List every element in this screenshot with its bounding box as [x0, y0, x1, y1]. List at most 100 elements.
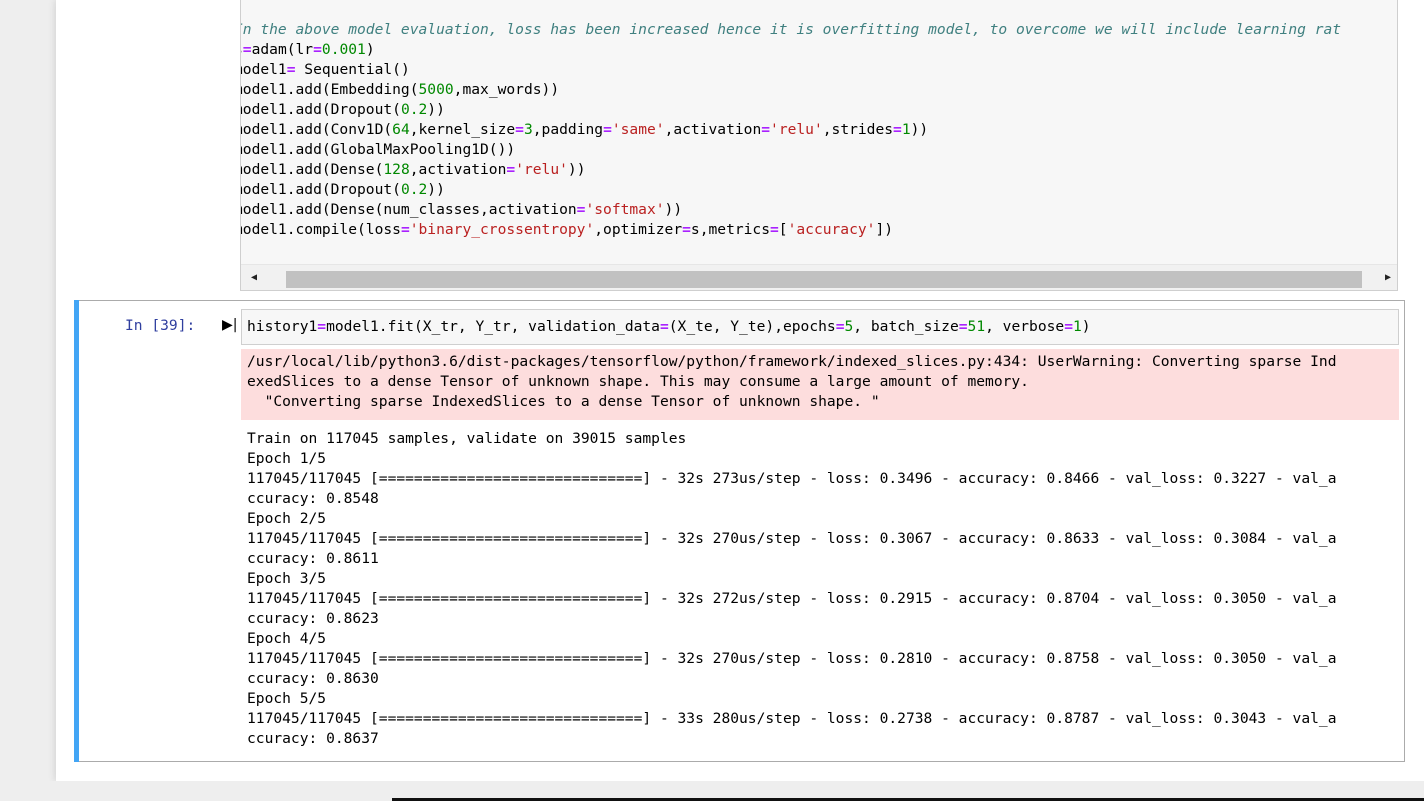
- code-token: 0.2: [400, 181, 428, 198]
- code-token: model1.compile(loss: [240, 221, 401, 238]
- horizontal-scrollbar[interactable]: ◀ ▶: [241, 264, 1397, 290]
- code-token: 64: [392, 121, 410, 138]
- stdout-line: Train on 117045 samples, validate on 390…: [247, 430, 687, 447]
- code-token: model1.add(Embedding(: [240, 81, 419, 98]
- stdout-line: 117045/117045 [=========================…: [247, 470, 1337, 487]
- code-token: =: [506, 161, 516, 178]
- run-cell-icon[interactable]: ▶|: [222, 317, 237, 333]
- scrollbar-thumb[interactable]: [286, 271, 1362, 288]
- stderr-line: "Converting sparse IndexedSlices to a de…: [247, 393, 880, 410]
- selected-code-cell[interactable]: In [39]: ▶| history1=model1.fit(X_tr, Y_…: [74, 300, 1405, 762]
- code-line: model1.add(Dropout(0.2)): [240, 180, 1341, 200]
- code-token: =: [770, 221, 779, 238]
- scroll-right-icon[interactable]: ▶: [1385, 272, 1391, 283]
- stdout-line: ccuracy: 0.8548: [247, 490, 379, 507]
- code-token: =: [1064, 318, 1073, 335]
- code-line: model1.add(Dense(num_classes,activation=…: [240, 200, 1341, 220]
- stdout-line: ccuracy: 0.8611: [247, 550, 379, 567]
- code-token: )): [567, 161, 586, 178]
- code-token: 'same': [611, 121, 665, 138]
- cell-input[interactable]: history1=model1.fit(X_tr, Y_tr, validati…: [241, 309, 1399, 345]
- code-token: ): [1081, 318, 1091, 335]
- stdout-line: 117045/117045 [=========================…: [247, 530, 1337, 547]
- cell-code[interactable]: history1=model1.fit(X_tr, Y_tr, validati…: [247, 317, 1091, 337]
- code-token: , batch_size: [853, 318, 959, 335]
- code-token: =: [286, 61, 296, 78]
- code-token: =: [400, 221, 410, 238]
- code-token: =: [242, 41, 252, 58]
- stdout-line: Epoch 4/5: [247, 630, 327, 647]
- selected-cell-indicator: [74, 300, 79, 762]
- stderr-text: /usr/local/lib/python3.6/dist-packages/t…: [247, 352, 1337, 412]
- code-line: history1=model1.fit(X_tr, Y_tr, validati…: [247, 317, 1091, 337]
- code-line: model1.add(Dropout(0.2)): [240, 100, 1341, 120]
- stderr-output: /usr/local/lib/python3.6/dist-packages/t…: [241, 349, 1399, 420]
- code-token: ,activation: [664, 121, 762, 138]
- code-token: , verbose: [985, 318, 1065, 335]
- code-token: [: [778, 221, 788, 238]
- code-token: =: [893, 121, 902, 138]
- code-line: model1.compile(loss='binary_crossentropy…: [240, 220, 1341, 240]
- stdout-line: ccuracy: 0.8637: [247, 730, 379, 747]
- code-token: )): [910, 121, 929, 138]
- stdout-line: Epoch 3/5: [247, 570, 327, 587]
- code-line: model1.add(Dense(128,activation='relu')): [241, 160, 1341, 180]
- stdout-line: ccuracy: 0.8623: [247, 610, 379, 627]
- code-line: In the above model evaluation, loss has …: [240, 20, 1342, 40]
- code-token: =: [515, 121, 524, 138]
- code-line: s=adam(lr=0.001): [241, 40, 1341, 60]
- code-token: )): [664, 201, 683, 218]
- code-token: =: [659, 318, 669, 335]
- input-prompt: In [39]:: [125, 317, 196, 334]
- stdout-output: Train on 117045 samples, validate on 390…: [247, 429, 1397, 749]
- code-token: 5000: [418, 81, 454, 98]
- code-token: model1.add(Dropout(: [240, 101, 401, 118]
- code-token: 'accuracy': [787, 221, 876, 238]
- code-token: 51: [967, 318, 986, 335]
- code-token: model1.fit(X_tr, Y_tr, validation_data: [326, 318, 660, 335]
- code-token: adam(lr: [251, 41, 314, 58]
- code-token: s,metrics: [690, 221, 770, 238]
- code-token: ): [365, 41, 375, 58]
- code-token: history1: [247, 318, 318, 335]
- code-token: )): [427, 101, 445, 118]
- stdout-line: Epoch 1/5: [247, 450, 327, 467]
- code-token: 'binary_crossentropy': [409, 221, 595, 238]
- code-token: In the above model evaluation, loss has …: [240, 21, 1342, 38]
- code-line: model1= Sequential(): [241, 60, 1341, 80]
- code-line: model1.add(Embedding(5000,max_words)): [240, 80, 1341, 100]
- code-token: ,padding: [532, 121, 604, 138]
- code-token: =: [682, 221, 691, 238]
- stdout-line: Epoch 5/5: [247, 690, 327, 707]
- code-line: model1.add(Conv1D(64,kernel_size=3,paddi…: [241, 120, 1341, 140]
- stdout-line: 117045/117045 [=========================…: [247, 710, 1337, 727]
- code-token: model1.add(Dropout(: [240, 181, 401, 198]
- stdout-line: 117045/117045 [=========================…: [247, 590, 1337, 607]
- code-token: (X_te, Y_te),epochs: [668, 318, 836, 335]
- code-token: )): [427, 181, 445, 198]
- code-token: 'softmax': [585, 201, 665, 218]
- stderr-line: /usr/local/lib/python3.6/dist-packages/t…: [247, 353, 1337, 370]
- code-token: ,optimizer: [594, 221, 683, 238]
- code-token: 1: [1072, 318, 1082, 335]
- code-token: model1.add(GlobalMaxPooling1D()): [240, 141, 516, 158]
- code-token: =: [958, 318, 968, 335]
- code-token: 1: [901, 121, 911, 138]
- code-token: =: [317, 318, 327, 335]
- code-token: model1.add(Dense(num_classes,activation: [240, 201, 577, 218]
- code-token: ,activation: [409, 161, 507, 178]
- stdout-line: 117045/117045 [=========================…: [247, 650, 1337, 667]
- scroll-left-icon[interactable]: ◀: [251, 272, 257, 283]
- code-token: 'relu': [770, 121, 823, 138]
- code-token: ,kernel_size: [409, 121, 516, 138]
- code-token: 5: [844, 318, 854, 335]
- code-token: 0.2: [400, 101, 428, 118]
- stderr-line: exedSlices to a dense Tensor of unknown …: [247, 373, 1029, 390]
- code-token: 3: [523, 121, 533, 138]
- code-token: ,strides: [822, 121, 894, 138]
- code-line: model1.add(GlobalMaxPooling1D()): [240, 140, 1341, 160]
- code-token: ]): [875, 221, 894, 238]
- code-token: 'relu': [515, 161, 568, 178]
- previous-cell-code[interactable]: In the above model evaluation, loss has …: [240, 20, 1342, 240]
- previous-cell-input[interactable]: In the above model evaluation, loss has …: [240, 0, 1398, 291]
